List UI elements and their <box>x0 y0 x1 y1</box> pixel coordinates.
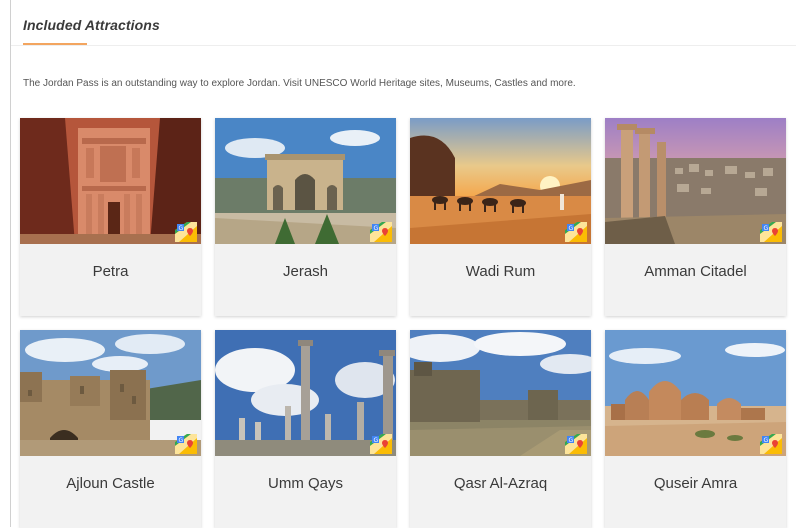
attractions-grid: G Petra G Jerash G Wadi Rum G Amman Cita… <box>20 118 786 528</box>
section-title: Included Attractions <box>23 17 160 33</box>
attraction-card-qasr-al-azraq[interactable]: G Qasr Al-Azraq <box>410 330 591 528</box>
attraction-photo-wadi-rum: G <box>410 118 591 244</box>
title-underline <box>23 43 87 45</box>
google-maps-icon[interactable]: G <box>760 222 782 242</box>
attraction-name: Jerash <box>282 263 329 280</box>
attraction-photo-amman-citadel: G <box>605 118 786 244</box>
attraction-card-ajloun-castle[interactable]: G Ajloun Castle <box>20 330 201 528</box>
svg-text:G: G <box>179 437 184 444</box>
svg-text:G: G <box>569 225 574 232</box>
svg-text:G: G <box>179 225 184 232</box>
svg-text:G: G <box>569 437 574 444</box>
attraction-card-wadi-rum[interactable]: G Wadi Rum <box>410 118 591 316</box>
google-maps-icon[interactable]: G <box>370 222 392 242</box>
attraction-name: Ajloun Castle <box>66 475 155 492</box>
attraction-name: Quseir Amra <box>653 475 738 492</box>
attraction-photo-quseir-amra: G <box>605 330 786 456</box>
attraction-name: Amman Citadel <box>644 263 747 280</box>
svg-text:G: G <box>374 437 379 444</box>
attraction-name: Umm Qays <box>268 475 343 492</box>
intro-text: The Jordan Pass is an outstanding way to… <box>23 78 576 89</box>
google-maps-icon[interactable]: G <box>565 434 587 454</box>
svg-text:G: G <box>764 437 769 444</box>
svg-text:G: G <box>374 225 379 232</box>
attraction-photo-qasr-al-azraq: G <box>410 330 591 456</box>
attraction-name: Petra <box>92 263 129 280</box>
attraction-card-petra[interactable]: G Petra <box>20 118 201 316</box>
attraction-card-quseir-amra[interactable]: G Quseir Amra <box>605 330 786 528</box>
google-maps-icon[interactable]: G <box>370 434 392 454</box>
svg-text:G: G <box>764 225 769 232</box>
attraction-name: Wadi Rum <box>465 263 536 280</box>
attraction-photo-petra: G <box>20 118 201 244</box>
attraction-name: Qasr Al-Azraq <box>453 475 548 492</box>
google-maps-icon[interactable]: G <box>175 222 197 242</box>
attraction-card-amman-citadel[interactable]: G Amman Citadel <box>605 118 786 316</box>
google-maps-icon[interactable]: G <box>565 222 587 242</box>
google-maps-icon[interactable]: G <box>175 434 197 454</box>
attraction-photo-umm-qays: G <box>215 330 396 456</box>
attraction-photo-ajloun-castle: G <box>20 330 201 456</box>
section-header: Included Attractions <box>11 0 796 46</box>
attraction-card-jerash[interactable]: G Jerash <box>215 118 396 316</box>
google-maps-icon[interactable]: G <box>760 434 782 454</box>
attraction-photo-jerash: G <box>215 118 396 244</box>
attraction-card-umm-qays[interactable]: G Umm Qays <box>215 330 396 528</box>
